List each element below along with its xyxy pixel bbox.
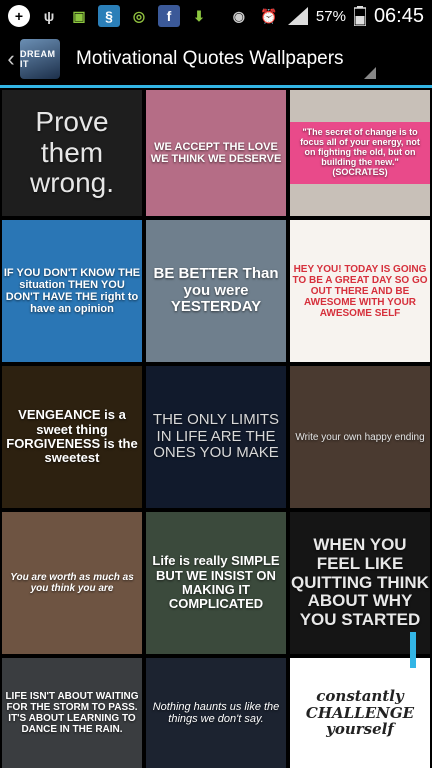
wallpaper-tile[interactable]: IF YOU DON'T KNOW THE situation THEN YOU… [2,220,142,362]
app-title: Motivational Quotes Wallpapers [76,47,344,69]
back-icon[interactable]: ‹ [2,46,20,72]
wallpaper-text: WE ACCEPT THE LOVE WE THINK WE DESERVE [150,140,282,165]
wallpaper-tile[interactable]: "The secret of change is to focus all of… [290,90,430,216]
wallpaper-tile[interactable]: WE ACCEPT THE LOVE WE THINK WE DESERVE [146,90,286,216]
wallpaper-text: Nothing haunts us like the things we don… [152,700,280,725]
action-bar: ‹ DREAM IT Motivational Quotes Wallpaper… [0,32,432,88]
wallpaper-text: VENGEANCE is a sweet thing FORGIVENESS i… [6,407,138,466]
battery-icon [353,6,366,26]
status-bar: + ψ ▣ § ◎ f ⬇ ◉ ⏰ 57% 06:45 [0,0,432,32]
alarm-icon: ⏰ [260,7,278,24]
wallpaper-tile[interactable]: constantly CHALLENGE yourself [290,658,430,768]
battery-percent: 57% [315,7,346,25]
clock: 06:45 [373,4,424,27]
wallpaper-tile[interactable]: Nothing haunts us like the things we don… [146,658,286,768]
wallpaper-text: Write your own happy ending [295,431,425,443]
planet-icon: ◎ [132,7,146,24]
wallpaper-text: You are worth as much as you think you a… [10,572,134,594]
add-icon: + [8,5,30,27]
facebook-icon: f [158,5,180,27]
browser-icon: § [98,5,120,27]
wallpaper-tile[interactable]: BE BETTER Than you were YESTERDAY [146,220,286,362]
wallpaper-tile[interactable]: You are worth as much as you think you a… [2,512,142,654]
wallpaper-tile[interactable]: THE ONLY LIMITS IN LIFE ARE THE ONES YOU… [146,366,286,508]
wallpaper-text: Life is really SIMPLE BUT WE INSIST ON M… [152,553,280,612]
wallpaper-tile[interactable]: WHEN YOU FEEL LIKE QUITTING THINK ABOUT … [290,512,430,654]
wallpaper-text: IF YOU DON'T KNOW THE situation THEN YOU… [3,266,141,316]
spinner-indicator-icon[interactable] [364,67,376,79]
wallpaper-tile[interactable]: HEY YOU! TODAY IS GOING TO BE A GREAT DA… [290,220,430,362]
wallpaper-text: "The secret of change is to focus all of… [290,122,430,184]
wallpaper-text: Prove them wrong. [29,105,115,199]
android-debug-icon: ▣ [72,7,86,24]
wallpaper-tile[interactable]: Write your own happy ending [290,366,430,508]
app-icon-label: DREAM IT [20,48,56,69]
usb-icon: ψ [43,8,55,24]
signal-icon [287,7,308,25]
download-icon: ⬇ [193,7,205,24]
wallpaper-text: LIFE ISN'T ABOUT WAITING FOR THE STORM T… [5,691,139,735]
scrollbar[interactable] [410,632,416,668]
eye-icon: ◉ [232,7,246,24]
wallpaper-text: BE BETTER Than you were YESTERDAY [153,265,279,316]
app-icon[interactable]: DREAM IT [20,38,60,79]
wallpaper-tile[interactable]: Life is really SIMPLE BUT WE INSIST ON M… [146,512,286,654]
wallpaper-tile[interactable]: Prove them wrong. [2,90,142,216]
wallpaper-text: WHEN YOU FEEL LIKE QUITTING THINK ABOUT … [291,535,429,630]
wallpaper-tile[interactable]: VENGEANCE is a sweet thing FORGIVENESS i… [2,366,142,508]
wallpaper-tile[interactable]: LIFE ISN'T ABOUT WAITING FOR THE STORM T… [2,658,142,768]
wallpaper-text: THE ONLY LIMITS IN LIFE ARE THE ONES YOU… [152,411,280,462]
wallpaper-text: HEY YOU! TODAY IS GOING TO BE A GREAT DA… [292,263,428,319]
wallpaper-text: constantly CHALLENGE yourself [305,687,415,739]
wallpaper-grid[interactable]: Prove them wrong. WE ACCEPT THE LOVE WE … [0,88,432,768]
